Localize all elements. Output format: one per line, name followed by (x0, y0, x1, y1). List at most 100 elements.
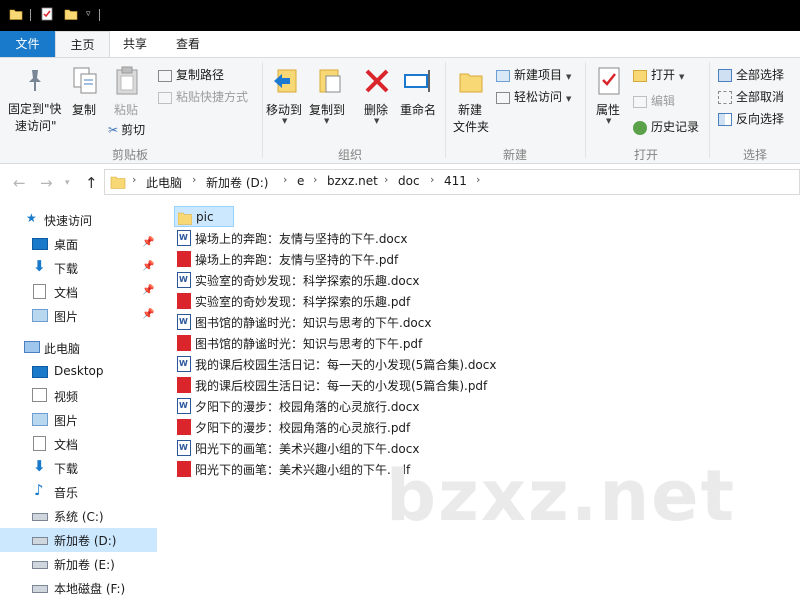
paste-shortcut-button[interactable]: 粘贴快捷方式 (158, 88, 248, 105)
file-name: 夕阳下的漫步：校园角落的心灵旅行.pdf (195, 421, 411, 435)
sidebar-item-documents-pc[interactable]: 文档 (0, 432, 157, 456)
copy-icon (73, 67, 97, 94)
sidebar-item-pictures-pc[interactable]: 图片 (0, 408, 157, 432)
sidebar-item-label: 此电脑 (44, 342, 81, 356)
easy-access-icon (496, 91, 510, 104)
sidebar-item-drive-e[interactable]: 新加卷 (E:) (0, 552, 157, 576)
group-divider (262, 62, 263, 158)
chevron-down-icon: ▼ (606, 117, 612, 125)
tab-home[interactable]: 主页 (55, 31, 110, 58)
sidebar-item-drive-c[interactable]: 系统 (C:) (0, 504, 157, 528)
file-item[interactable]: 夕阳下的漫步：校园角落的心灵旅行.pdf (174, 416, 434, 437)
word-document-icon: W (177, 356, 191, 372)
breadcrumb-411[interactable]: 411 (444, 174, 467, 188)
word-document-icon: W (177, 398, 191, 414)
select-all-button[interactable]: 全部选择 (718, 66, 784, 83)
sidebar-item-label: 图片 (54, 310, 79, 324)
sidebar-item-label: 新加卷 (D:) (54, 534, 117, 548)
folder-item-pic[interactable]: pic (174, 206, 234, 227)
toolbar-divider (30, 9, 31, 21)
group-divider (585, 62, 586, 158)
new-folder-label-1: 新建 (458, 103, 483, 117)
toolbar-divider (99, 9, 100, 21)
recent-locations-icon[interactable]: ▾ (65, 178, 70, 188)
select-all-label: 全部选择 (736, 68, 785, 82)
group-label-select: 选择 (742, 148, 767, 162)
sidebar-item-quick-access[interactable]: ★ 快速访问 (0, 208, 157, 232)
sidebar-item-this-pc[interactable]: 此电脑 (0, 336, 157, 360)
sidebar-item-desktop[interactable]: 桌面 📌 (0, 232, 157, 256)
file-item[interactable]: 我的课后校园生活日记：每一天的小发现(5篇合集).pdf (174, 374, 504, 395)
breadcrumb-drive-d[interactable]: 新加卷 (D:) (206, 174, 268, 191)
file-name: pic (196, 210, 214, 224)
sidebar-item-desktop-pc[interactable]: Desktop (0, 360, 157, 384)
file-item[interactable]: W 操场上的奔跑：友情与坚持的下午.docx (174, 227, 434, 248)
delete-label: 删除 (364, 103, 389, 117)
sidebar-item-music[interactable]: ♪ 音乐 (0, 480, 157, 504)
properties-icon[interactable] (40, 7, 54, 21)
sidebar-item-label: 本地磁盘 (F:) (54, 582, 126, 596)
drive-icon (32, 561, 48, 569)
pin-icon[interactable]: 📌 (142, 261, 154, 272)
pin-icon[interactable]: 📌 (142, 285, 154, 296)
new-folder-icon[interactable] (64, 7, 78, 21)
sidebar-item-drive-d[interactable]: 新加卷 (D:) (0, 528, 157, 552)
file-item[interactable]: W 图书馆的静谧时光：知识与思考的下午.docx (174, 311, 444, 332)
ribbon: 固定到"快 速访问" 复制 粘贴 复制路径 粘贴快捷方式 ✂ 剪切 剪贴板 移动到… (0, 57, 800, 164)
invert-selection-icon (718, 113, 732, 126)
address-bar[interactable]: › 此电脑 › 新加卷 (D:) › e › bzxz.net › doc › … (104, 169, 800, 195)
file-item[interactable]: 操场上的奔跑：友情与坚持的下午.pdf (174, 248, 434, 269)
word-document-icon: W (177, 314, 191, 330)
breadcrumb-separator: › (476, 173, 481, 186)
picture-icon (32, 413, 48, 426)
tab-file[interactable]: 文件 (0, 31, 55, 57)
file-name: 操场上的奔跑：友情与坚持的下午.docx (195, 232, 408, 246)
file-item[interactable]: W 实验室的奇妙发现：科学探索的乐趣.docx (174, 269, 434, 290)
sidebar-item-pictures[interactable]: 图片 📌 (0, 304, 157, 328)
sidebar-item-downloads[interactable]: ⬇ 下载 📌 (0, 256, 157, 280)
edit-button[interactable]: 编辑 (633, 92, 675, 109)
title-bar: ▿ (0, 0, 800, 31)
select-none-button[interactable]: 全部取消 (718, 88, 784, 105)
sidebar-item-downloads-pc[interactable]: ⬇ 下载 (0, 456, 157, 480)
tab-view[interactable]: 查看 (162, 31, 214, 57)
scissors-icon: ✂ (108, 123, 119, 137)
invert-selection-button[interactable]: 反向选择 (718, 110, 784, 127)
customize-toolbar-icon[interactable]: ▿ (86, 9, 91, 19)
new-item-button[interactable]: 新建项目 ▼ (496, 66, 571, 83)
tab-share[interactable]: 共享 (110, 31, 160, 57)
up-arrow-icon[interactable]: ↑ (85, 174, 98, 192)
pin-icon[interactable]: 📌 (142, 309, 154, 320)
group-label-open: 打开 (633, 148, 658, 162)
folder-icon[interactable] (9, 7, 23, 21)
copy-path-button[interactable]: 复制路径 (158, 66, 224, 83)
cut-button[interactable]: ✂ 剪切 (108, 121, 145, 138)
sidebar-item-documents[interactable]: 文档 📌 (0, 280, 157, 304)
picture-icon (32, 309, 48, 322)
history-label: 历史记录 (651, 120, 700, 134)
file-item[interactable]: W 我的课后校园生活日记：每一天的小发现(5篇合集).docx (174, 353, 504, 374)
file-item[interactable]: 图书馆的静谧时光：知识与思考的下午.pdf (174, 332, 444, 353)
new-item-label: 新建项目 (514, 68, 563, 82)
sidebar-item-videos[interactable]: 视频 (0, 384, 157, 408)
forward-arrow-icon[interactable]: → (40, 174, 53, 192)
file-item[interactable]: 实验室的奇妙发现：科学探索的乐趣.pdf (174, 290, 434, 311)
desktop-icon (32, 238, 48, 250)
file-item[interactable]: W 夕阳下的漫步：校园角落的心灵旅行.docx (174, 395, 434, 416)
file-name: 实验室的奇妙发现：科学探索的乐趣.pdf (195, 295, 411, 309)
breadcrumb-e[interactable]: e (297, 174, 304, 188)
easy-access-button[interactable]: 轻松访问 ▼ (496, 88, 571, 105)
breadcrumb-bzxz[interactable]: bzxz.net (327, 174, 378, 188)
back-arrow-icon[interactable]: ← (13, 174, 26, 192)
breadcrumb-doc[interactable]: doc (398, 174, 420, 188)
copy-to-icon (319, 69, 341, 93)
invert-selection-label: 反向选择 (736, 112, 785, 126)
rename-icon (404, 70, 430, 92)
open-button[interactable]: 打开 ▼ (633, 66, 684, 83)
pin-icon[interactable]: 📌 (142, 237, 154, 248)
history-button[interactable]: 历史记录 (633, 118, 699, 135)
breadcrumb-this-pc[interactable]: 此电脑 (146, 174, 182, 191)
sidebar-item-drive-f[interactable]: 本地磁盘 (F:) (0, 576, 157, 600)
open-icon (633, 69, 647, 82)
breadcrumb-separator: › (430, 173, 435, 186)
